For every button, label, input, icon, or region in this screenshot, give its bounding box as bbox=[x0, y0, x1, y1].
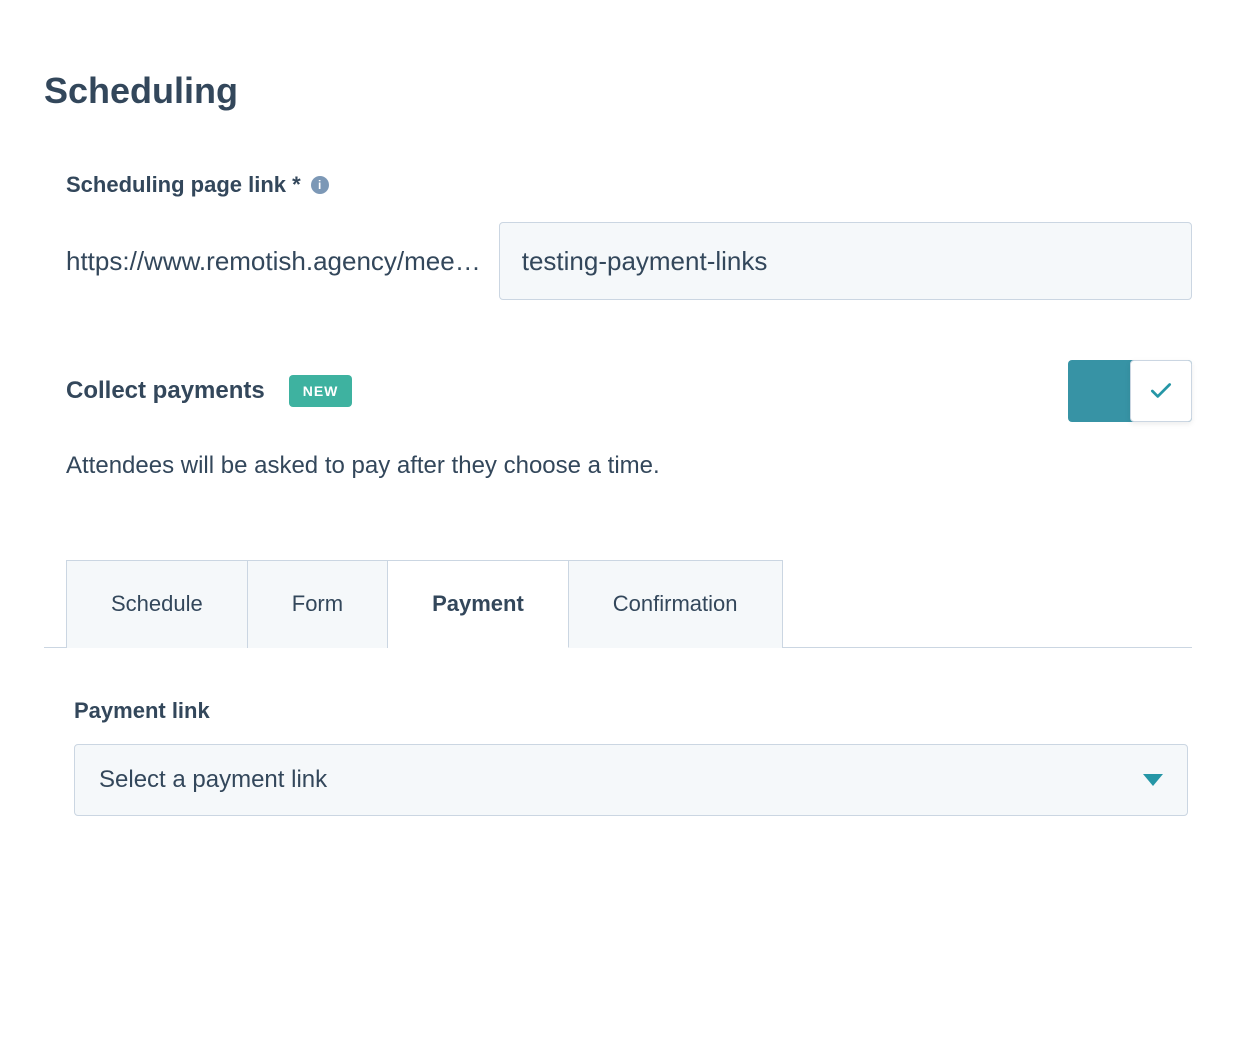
info-icon[interactable]: i bbox=[311, 176, 329, 194]
payment-link-label: Payment link bbox=[74, 698, 1188, 724]
new-badge: NEW bbox=[289, 375, 353, 407]
tab-payment[interactable]: Payment bbox=[388, 560, 569, 648]
tab-form[interactable]: Form bbox=[248, 560, 388, 648]
tab-schedule[interactable]: Schedule bbox=[66, 560, 248, 648]
chevron-down-icon bbox=[1143, 774, 1163, 786]
tab-confirmation[interactable]: Confirmation bbox=[569, 560, 783, 648]
collect-payments-label: Collect payments bbox=[66, 377, 265, 405]
collect-payments-header: Collect payments NEW bbox=[66, 360, 1192, 422]
check-icon bbox=[1148, 378, 1174, 404]
collect-payments-left: Collect payments NEW bbox=[66, 375, 352, 407]
toggle-thumb bbox=[1130, 360, 1192, 422]
url-prefix-text: https://www.remotish.agency/mee… bbox=[66, 246, 481, 277]
scheduling-link-label-row: Scheduling page link * i bbox=[66, 172, 1192, 198]
scheduling-link-label: Scheduling page link * bbox=[66, 172, 301, 198]
payment-link-section: Payment link Select a payment link bbox=[44, 698, 1192, 816]
collect-payments-section: Collect payments NEW Attendees will be a… bbox=[44, 360, 1192, 480]
collect-payments-toggle[interactable] bbox=[1068, 360, 1192, 422]
scheduling-link-section: Scheduling page link * i https://www.rem… bbox=[44, 172, 1192, 300]
tabs-row: Schedule Form Payment Confirmation bbox=[44, 560, 1192, 648]
payment-link-placeholder: Select a payment link bbox=[99, 766, 327, 794]
collect-payments-description: Attendees will be asked to pay after the… bbox=[66, 452, 1192, 480]
url-slug-input[interactable] bbox=[499, 222, 1192, 300]
scheduling-link-row: https://www.remotish.agency/mee… bbox=[66, 222, 1192, 300]
payment-link-select[interactable]: Select a payment link bbox=[74, 744, 1188, 816]
page-title: Scheduling bbox=[44, 70, 1192, 112]
